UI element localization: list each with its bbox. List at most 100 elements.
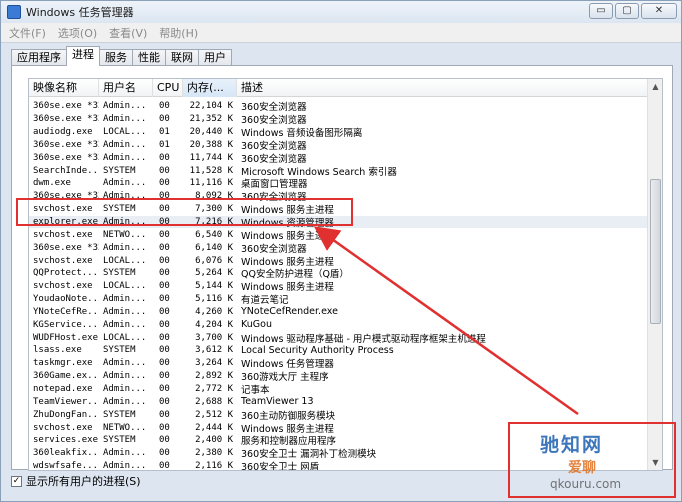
- table-row[interactable]: svchost.exe SYSTEM 00 7,300 K Windows 服务主进程: [29, 203, 649, 216]
- cell-description: 360安全卫士 网盾: [241, 462, 320, 471]
- cell-image-name: wdswfsafe....: [33, 461, 99, 471]
- table-row[interactable]: lsass.exe SYSTEM 00 3,612 K Local Security A…: [29, 344, 649, 357]
- table-row[interactable]: svchost.exe NETWO... 00 2,444 K Windows 服务主进…: [29, 421, 649, 435]
- column-user-name[interactable]: 用户名: [99, 79, 153, 97]
- cell-memory: 7,216 K: [195, 217, 233, 228]
- cell-memory: 2,892 K: [195, 371, 233, 382]
- cell-memory: 2,116 K: [195, 461, 233, 471]
- scroll-up-arrow-icon[interactable]: ▲: [649, 79, 662, 94]
- show-all-users-label[interactable]: 显示所有用户的进程(S): [26, 473, 141, 489]
- cell-memory: 7,300 K: [195, 204, 233, 215]
- cell-cpu: 00: [159, 255, 170, 266]
- cell-image-name: 360se.exe *32: [33, 139, 99, 150]
- column-image-name[interactable]: 映像名称: [29, 79, 99, 97]
- table-row[interactable]: audiodg.exe LOCAL... 01 20,440 K Windows 音频设…: [29, 126, 649, 139]
- table-row[interactable]: YoudaoNote... Admin... 00 5,116 K 有道云笔记: [29, 293, 649, 306]
- table-row[interactable]: QQProtect.... SYSTEM 00 5,264 K QQ安全防护进程（Q盾）: [29, 267, 649, 280]
- show-all-users-checkbox[interactable]: ✓: [11, 475, 22, 487]
- table-row[interactable]: 360se.exe *32 Admin... 01 20,388 K 360安全浏览器: [29, 139, 649, 152]
- tab-performance[interactable]: 性能: [132, 49, 166, 66]
- cell-user-name: Admin...: [103, 383, 147, 394]
- table-row[interactable]: SearchInde... SYSTEM 00 11,528 K Microsoft W…: [29, 164, 649, 178]
- table-row[interactable]: YNoteCefRe... Admin... 00 4,260 K YNoteCefRe…: [29, 306, 649, 319]
- table-row[interactable]: notepad.exe Admin... 00 2,772 K 记事本: [29, 383, 649, 396]
- table-row[interactable]: 360se.exe *32 Admin... 00 22,104 K 360安全浏览器: [29, 100, 649, 113]
- cell-cpu: 00: [159, 422, 170, 433]
- cell-cpu: 00: [159, 383, 170, 394]
- cell-cpu: 00: [159, 345, 170, 356]
- scroll-down-arrow-icon[interactable]: ▼: [649, 455, 662, 470]
- scroll-thumb[interactable]: [650, 179, 661, 324]
- table-row[interactable]: 360se.exe *32 Admin... 00 11,744 K 360安全浏览器: [29, 151, 649, 165]
- restore-button[interactable]: ▢: [615, 3, 639, 19]
- cell-user-name: Admin...: [103, 358, 147, 369]
- close-button[interactable]: ✕: [641, 3, 677, 19]
- cell-memory: 20,440 K: [189, 127, 233, 138]
- cell-cpu: 00: [159, 101, 170, 112]
- cell-image-name: WUDFHost.exe: [33, 332, 99, 343]
- menu-help[interactable]: 帮助(H): [159, 25, 198, 41]
- table-row[interactable]: explorer.exe Admin... 00 7,216 K Windows 资源管…: [29, 215, 649, 229]
- cell-memory: 20,388 K: [189, 139, 233, 150]
- cell-user-name: Admin...: [103, 319, 147, 330]
- cell-memory: 6,540 K: [195, 229, 233, 240]
- cell-image-name: YoudaoNote...: [33, 294, 99, 305]
- cell-image-name: TeamViewer...: [33, 396, 99, 407]
- table-row[interactable]: dwm.exe Admin... 00 11,116 K 桌面窗口管理器: [29, 177, 649, 190]
- cell-cpu: 00: [159, 306, 170, 317]
- table-row[interactable]: wdswfsafe.... Admin... 00 2,116 K 360安全卫士 网盾: [29, 460, 649, 471]
- tab-applications[interactable]: 应用程序: [11, 49, 67, 66]
- cell-memory: 2,400 K: [195, 435, 233, 446]
- title-bar[interactable]: Windows 任务管理器 ▭ ▢ ✕: [1, 1, 681, 23]
- cell-image-name: 360leakfix...: [33, 448, 99, 459]
- tab-networking[interactable]: 联网: [165, 49, 199, 66]
- column-description[interactable]: 描述: [237, 79, 649, 97]
- table-row[interactable]: svchost.exe LOCAL... 00 6,076 K Windows 服务主进…: [29, 254, 649, 268]
- menu-options[interactable]: 选项(O): [58, 25, 97, 41]
- cell-memory: 8,092 K: [195, 191, 233, 202]
- cell-user-name: LOCAL...: [103, 281, 147, 292]
- cell-cpu: 00: [159, 319, 170, 330]
- table-row[interactable]: services.exe SYSTEM 00 2,400 K 服务和控制器应用程序: [29, 434, 649, 447]
- table-row[interactable]: 360Game.ex... Admin... 00 2,892 K 360游戏大厅 主程…: [29, 370, 649, 383]
- cell-user-name: Admin...: [103, 152, 147, 163]
- cell-user-name: SYSTEM: [103, 165, 136, 176]
- menu-file[interactable]: 文件(F): [9, 25, 46, 41]
- cell-memory: 21,352 K: [189, 114, 233, 125]
- table-row[interactable]: svchost.exe NETWO... 00 6,540 K Windows 服务主进…: [29, 228, 649, 242]
- cell-image-name: 360se.exe *32: [33, 242, 99, 253]
- process-list[interactable]: 映像名称 用户名 CPU 内存(... 描述 360se.exe *32 Admi…: [28, 78, 663, 471]
- table-row[interactable]: svchost.exe LOCAL... 00 5,144 K Windows 服务主进…: [29, 280, 649, 293]
- window-title: Windows 任务管理器: [26, 6, 134, 19]
- table-row[interactable]: 360se.exe *32 Admin... 00 8,092 K 360安全浏览器: [29, 190, 649, 203]
- cell-image-name: taskmgr.exe: [33, 358, 93, 369]
- table-row[interactable]: KGService.... Admin... 00 4,204 K KuGou: [29, 318, 649, 331]
- cell-memory: 3,264 K: [195, 358, 233, 369]
- cell-user-name: Admin...: [103, 306, 147, 317]
- table-row[interactable]: taskmgr.exe Admin... 00 3,264 K Windows 任务管理…: [29, 357, 649, 370]
- cell-cpu: 00: [159, 165, 170, 176]
- column-cpu[interactable]: CPU: [153, 79, 183, 97]
- table-row[interactable]: 360se.exe *32 Admin... 00 6,140 K 360安全浏览器: [29, 241, 649, 255]
- table-row[interactable]: TeamViewer... Admin... 00 2,688 K TeamViewer…: [29, 395, 649, 408]
- tab-services[interactable]: 服务: [99, 49, 133, 66]
- cell-cpu: 00: [159, 358, 170, 369]
- cell-memory: 11,744 K: [189, 152, 233, 163]
- cell-memory: 11,116 K: [189, 178, 233, 189]
- column-memory[interactable]: 内存(...: [183, 79, 237, 97]
- table-row[interactable]: WUDFHost.exe LOCAL... 00 3,700 K Windows 驱动程…: [29, 331, 649, 345]
- menu-view[interactable]: 查看(V): [109, 25, 147, 41]
- table-row[interactable]: ZhuDongFan... SYSTEM 00 2,512 K 360主动防御服务模块: [29, 408, 649, 422]
- cell-image-name: 360se.exe *32: [33, 114, 99, 125]
- table-row[interactable]: 360se.exe *32 Admin... 00 21,352 K 360安全浏览器: [29, 113, 649, 126]
- cell-image-name: svchost.exe: [33, 281, 93, 292]
- tab-processes[interactable]: 进程: [66, 46, 100, 66]
- minimize-button[interactable]: ▭: [589, 3, 613, 19]
- tab-users[interactable]: 用户: [198, 49, 232, 66]
- cell-image-name: ZhuDongFan...: [33, 409, 99, 420]
- vertical-scrollbar[interactable]: ▲ ▼: [647, 79, 662, 470]
- cell-cpu: 01: [159, 127, 170, 138]
- cell-cpu: 00: [159, 178, 170, 189]
- cell-image-name: lsass.exe: [33, 345, 82, 356]
- table-row[interactable]: 360leakfix... Admin... 00 2,380 K 360安全卫士 漏洞…: [29, 447, 649, 460]
